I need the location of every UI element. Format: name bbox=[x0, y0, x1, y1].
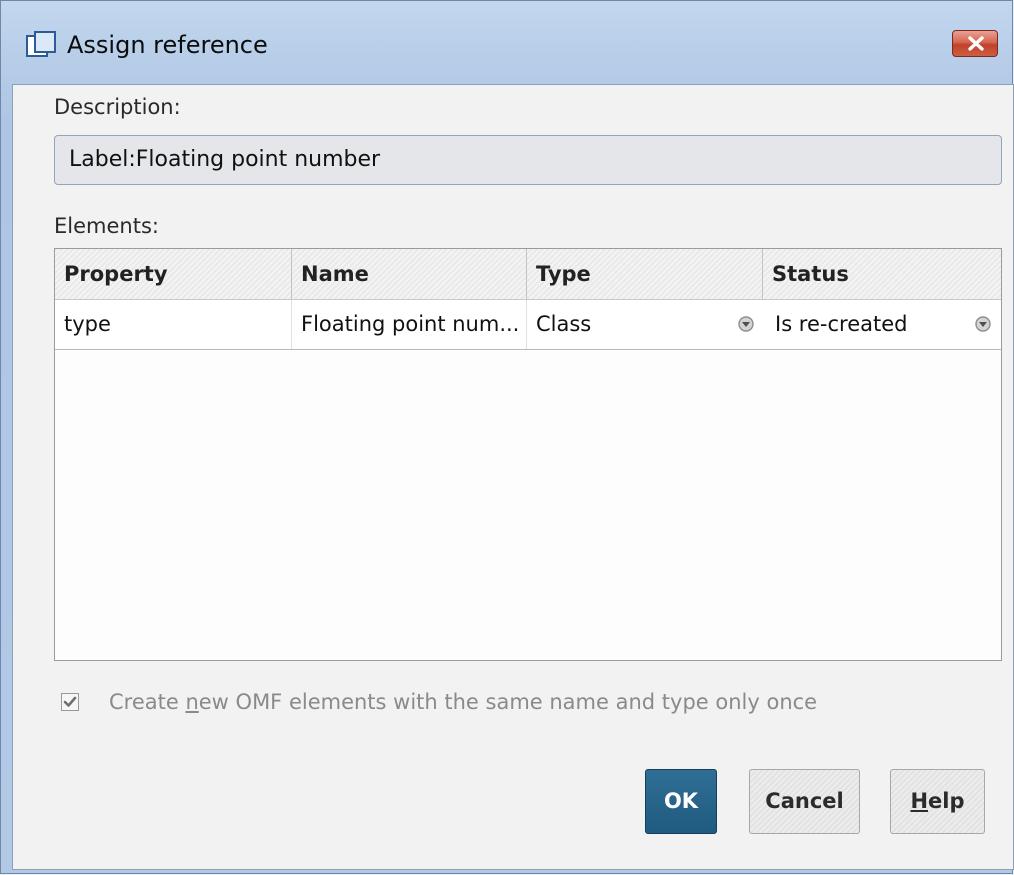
elements-label: Elements: bbox=[54, 214, 159, 238]
column-header-name[interactable]: Name bbox=[292, 249, 527, 299]
title-bar[interactable]: Assign reference bbox=[1, 1, 1012, 89]
type-dropdown-icon[interactable] bbox=[735, 313, 757, 335]
cancel-button[interactable]: Cancel bbox=[749, 769, 860, 834]
cell-property[interactable]: type bbox=[55, 300, 292, 349]
dialog-window: Assign reference Description: Label:Floa… bbox=[0, 0, 1014, 874]
ok-button[interactable]: OK bbox=[645, 769, 717, 834]
create-once-checkbox[interactable] bbox=[61, 693, 79, 711]
checkmark-icon bbox=[63, 696, 77, 707]
create-once-label: Create new OMF elements with the same na… bbox=[109, 690, 818, 714]
close-icon bbox=[968, 36, 984, 51]
status-dropdown-icon[interactable] bbox=[972, 313, 994, 335]
elements-table[interactable]: Property Name Type Status type Floating … bbox=[54, 248, 1002, 661]
column-header-status[interactable]: Status bbox=[763, 249, 1001, 299]
dialog-window-icon bbox=[25, 30, 63, 60]
column-header-property[interactable]: Property bbox=[55, 249, 292, 299]
cell-status[interactable]: Is re-created bbox=[766, 300, 966, 349]
table-row[interactable]: type Floating point num... Class Is re-c… bbox=[55, 300, 1001, 350]
description-field: Label:Floating point number bbox=[54, 135, 1002, 185]
close-button[interactable] bbox=[952, 30, 998, 57]
dialog-content: Description: Label:Floating point number… bbox=[12, 84, 1014, 870]
column-header-type[interactable]: Type bbox=[527, 249, 763, 299]
table-header: Property Name Type Status bbox=[55, 249, 1001, 300]
window-title: Assign reference bbox=[67, 31, 268, 59]
description-label: Description: bbox=[54, 95, 181, 119]
help-button[interactable]: Help bbox=[890, 769, 985, 834]
cell-name[interactable]: Floating point num... bbox=[292, 300, 527, 349]
cell-type[interactable]: Class bbox=[527, 300, 727, 349]
